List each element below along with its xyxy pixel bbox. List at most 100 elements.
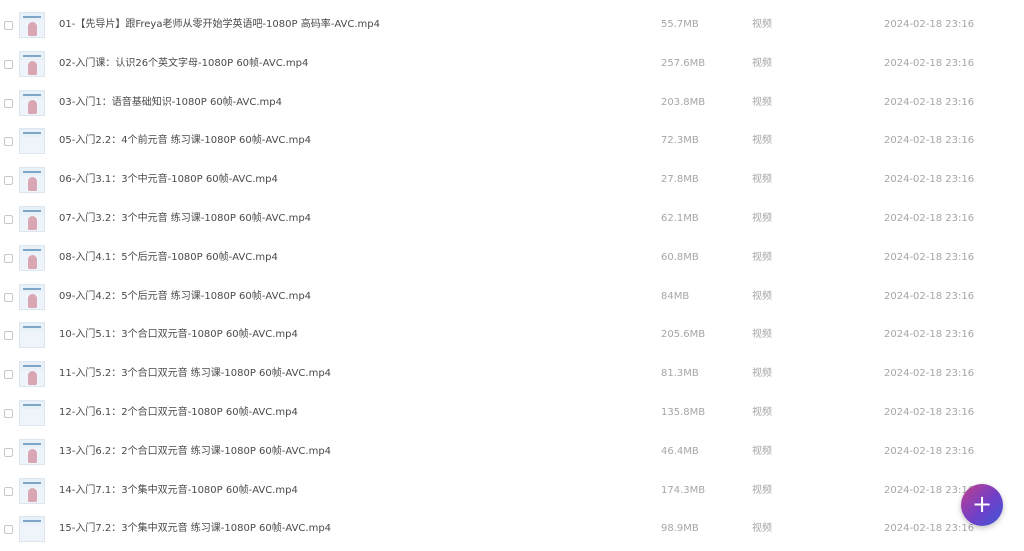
file-size: 98.9MB: [661, 523, 699, 535]
file-size: 72.3MB: [661, 135, 699, 147]
file-name[interactable]: 13-入门6.2：2个合口双元音 练习课-1080P 60帧-AVC.mp4: [59, 433, 331, 472]
file-row[interactable]: 06-入门3.1：3个中元音-1080P 60帧-AVC.mp4 27.8MB …: [0, 161, 1024, 200]
file-name[interactable]: 11-入门5.2：3个合口双元音 练习课-1080P 60帧-AVC.mp4: [59, 355, 331, 394]
file-type: 视频: [752, 368, 772, 380]
file-type: 视频: [752, 19, 772, 30]
file-size: 46.4MB: [661, 445, 699, 457]
file-size: 81.3MB: [661, 368, 699, 380]
file-type: 视频: [752, 135, 772, 147]
file-name[interactable]: 09-入门4.2：5个后元音 练习课-1080P 60帧-AVC.mp4: [59, 278, 311, 317]
file-date: 2024-02-18 23:16: [884, 445, 975, 457]
select-checkbox[interactable]: [4, 447, 13, 457]
file-name[interactable]: 07-入门3.2：3个中元音 练习课-1080P 60帧-AVC.mp4: [59, 200, 311, 239]
video-thumbnail: [19, 167, 45, 194]
file-row[interactable]: 03-入门1：语音基础知识-1080P 60帧-AVC.mp4 203.8MB …: [0, 84, 1024, 123]
file-row[interactable]: 10-入门5.1：3个合口双元音-1080P 60帧-AVC.mp4 205.6…: [0, 316, 1024, 355]
file-row[interactable]: 13-入门6.2：2个合口双元音 练习课-1080P 60帧-AVC.mp4 4…: [0, 433, 1024, 472]
file-row[interactable]: 02-入门课：认识26个英文字母-1080P 60帧-AVC.mp4 257.6…: [0, 45, 1024, 84]
select-checkbox[interactable]: [4, 98, 13, 108]
file-date: 2024-02-18 23:16: [884, 135, 975, 147]
file-date: 2024-02-18 23:16: [884, 96, 975, 108]
file-size: 257.6MB: [661, 57, 706, 69]
file-type: 视频: [752, 174, 772, 186]
video-thumbnail: [19, 128, 45, 155]
file-row[interactable]: 09-入门4.2：5个后元音 练习课-1080P 60帧-AVC.mp4 84M…: [0, 278, 1024, 317]
file-list: 01-【先导片】跟Freya老师从零开始学英语吧-1080P 高码率-AVC.m…: [0, 6, 1024, 549]
file-name[interactable]: 14-入门7.1：3个集中双元音-1080P 60帧-AVC.mp4: [59, 472, 298, 511]
file-date: 2024-02-18 23:16: [884, 19, 975, 30]
file-row[interactable]: 08-入门4.1：5个后元音-1080P 60帧-AVC.mp4 60.8MB …: [0, 239, 1024, 278]
file-name[interactable]: 12-入门6.1：2个合口双元音-1080P 60帧-AVC.mp4: [59, 394, 298, 433]
file-row[interactable]: 01-【先导片】跟Freya老师从零开始学英语吧-1080P 高码率-AVC.m…: [0, 6, 1024, 45]
file-date: 2024-02-18 23:16: [884, 174, 975, 186]
file-name[interactable]: 06-入门3.1：3个中元音-1080P 60帧-AVC.mp4: [59, 161, 278, 200]
file-size: 205.6MB: [661, 329, 706, 341]
file-type: 视频: [752, 329, 772, 341]
file-type: 视频: [752, 290, 772, 302]
file-row[interactable]: 07-入门3.2：3个中元音 练习课-1080P 60帧-AVC.mp4 62.…: [0, 200, 1024, 239]
video-thumbnail: [19, 244, 45, 271]
plus-icon: +: [971, 490, 993, 518]
select-checkbox[interactable]: [4, 292, 13, 302]
file-type: 视频: [752, 523, 772, 535]
select-checkbox[interactable]: [4, 331, 13, 341]
file-name[interactable]: 01-【先导片】跟Freya老师从零开始学英语吧-1080P 高码率-AVC.m…: [59, 6, 380, 45]
select-checkbox[interactable]: [4, 253, 13, 263]
file-size: 27.8MB: [661, 174, 699, 186]
select-checkbox[interactable]: [4, 176, 13, 186]
file-name[interactable]: 02-入门课：认识26个英文字母-1080P 60帧-AVC.mp4: [59, 45, 308, 84]
file-size: 135.8MB: [661, 406, 706, 418]
file-name[interactable]: 10-入门5.1：3个合口双元音-1080P 60帧-AVC.mp4: [59, 316, 298, 355]
file-type: 视频: [752, 445, 772, 457]
file-name[interactable]: 08-入门4.1：5个后元音-1080P 60帧-AVC.mp4: [59, 239, 278, 278]
video-thumbnail: [19, 50, 45, 77]
file-name[interactable]: 03-入门1：语音基础知识-1080P 60帧-AVC.mp4: [59, 84, 282, 123]
file-type: 视频: [752, 484, 772, 496]
video-thumbnail: [19, 361, 45, 388]
file-size: 60.8MB: [661, 251, 699, 263]
file-date: 2024-02-18 23:16: [884, 251, 975, 263]
file-type: 视频: [752, 251, 772, 263]
file-row[interactable]: 15-入门7.2：3个集中双元音 练习课-1080P 60帧-AVC.mp4 9…: [0, 510, 1024, 549]
video-thumbnail: [19, 283, 45, 310]
file-size: 62.1MB: [661, 212, 699, 224]
file-type: 视频: [752, 57, 772, 69]
video-thumbnail: [19, 205, 45, 232]
file-size: 174.3MB: [661, 484, 706, 496]
select-checkbox[interactable]: [4, 21, 13, 30]
file-size: 55.7MB: [661, 19, 699, 30]
file-row[interactable]: 14-入门7.1：3个集中双元音-1080P 60帧-AVC.mp4 174.3…: [0, 472, 1024, 511]
file-date: 2024-02-18 23:16: [884, 212, 975, 224]
file-date: 2024-02-18 23:16: [884, 290, 975, 302]
file-date: 2024-02-18 23:16: [884, 57, 975, 69]
file-date: 2024-02-18 23:16: [884, 329, 975, 341]
video-thumbnail: [19, 399, 45, 426]
video-thumbnail: [19, 322, 45, 349]
file-type: 视频: [752, 212, 772, 224]
file-row[interactable]: 11-入门5.2：3个合口双元音 练习课-1080P 60帧-AVC.mp4 8…: [0, 355, 1024, 394]
select-checkbox[interactable]: [4, 525, 13, 535]
file-row[interactable]: 12-入门6.1：2个合口双元音-1080P 60帧-AVC.mp4 135.8…: [0, 394, 1024, 433]
file-size: 203.8MB: [661, 96, 706, 108]
video-thumbnail: [19, 516, 45, 543]
select-checkbox[interactable]: [4, 59, 13, 69]
select-checkbox[interactable]: [4, 486, 13, 496]
file-row[interactable]: 05-入门2.2：4个前元音 练习课-1080P 60帧-AVC.mp4 72.…: [0, 122, 1024, 161]
file-name[interactable]: 15-入门7.2：3个集中双元音 练习课-1080P 60帧-AVC.mp4: [59, 510, 331, 549]
video-thumbnail: [19, 89, 45, 116]
select-checkbox[interactable]: [4, 214, 13, 224]
file-date: 2024-02-18 23:16: [884, 523, 975, 535]
file-type: 视频: [752, 406, 772, 418]
file-date: 2024-02-18 23:16: [884, 406, 975, 418]
file-size: 84MB: [661, 290, 690, 302]
file-date: 2024-02-18 23:16: [884, 368, 975, 380]
add-button[interactable]: +: [961, 484, 1003, 526]
select-checkbox[interactable]: [4, 408, 13, 418]
file-name[interactable]: 05-入门2.2：4个前元音 练习课-1080P 60帧-AVC.mp4: [59, 122, 311, 161]
select-checkbox[interactable]: [4, 137, 13, 147]
video-thumbnail: [19, 12, 45, 38]
select-checkbox[interactable]: [4, 370, 13, 380]
file-type: 视频: [752, 96, 772, 108]
video-thumbnail: [19, 438, 45, 465]
video-thumbnail: [19, 477, 45, 504]
